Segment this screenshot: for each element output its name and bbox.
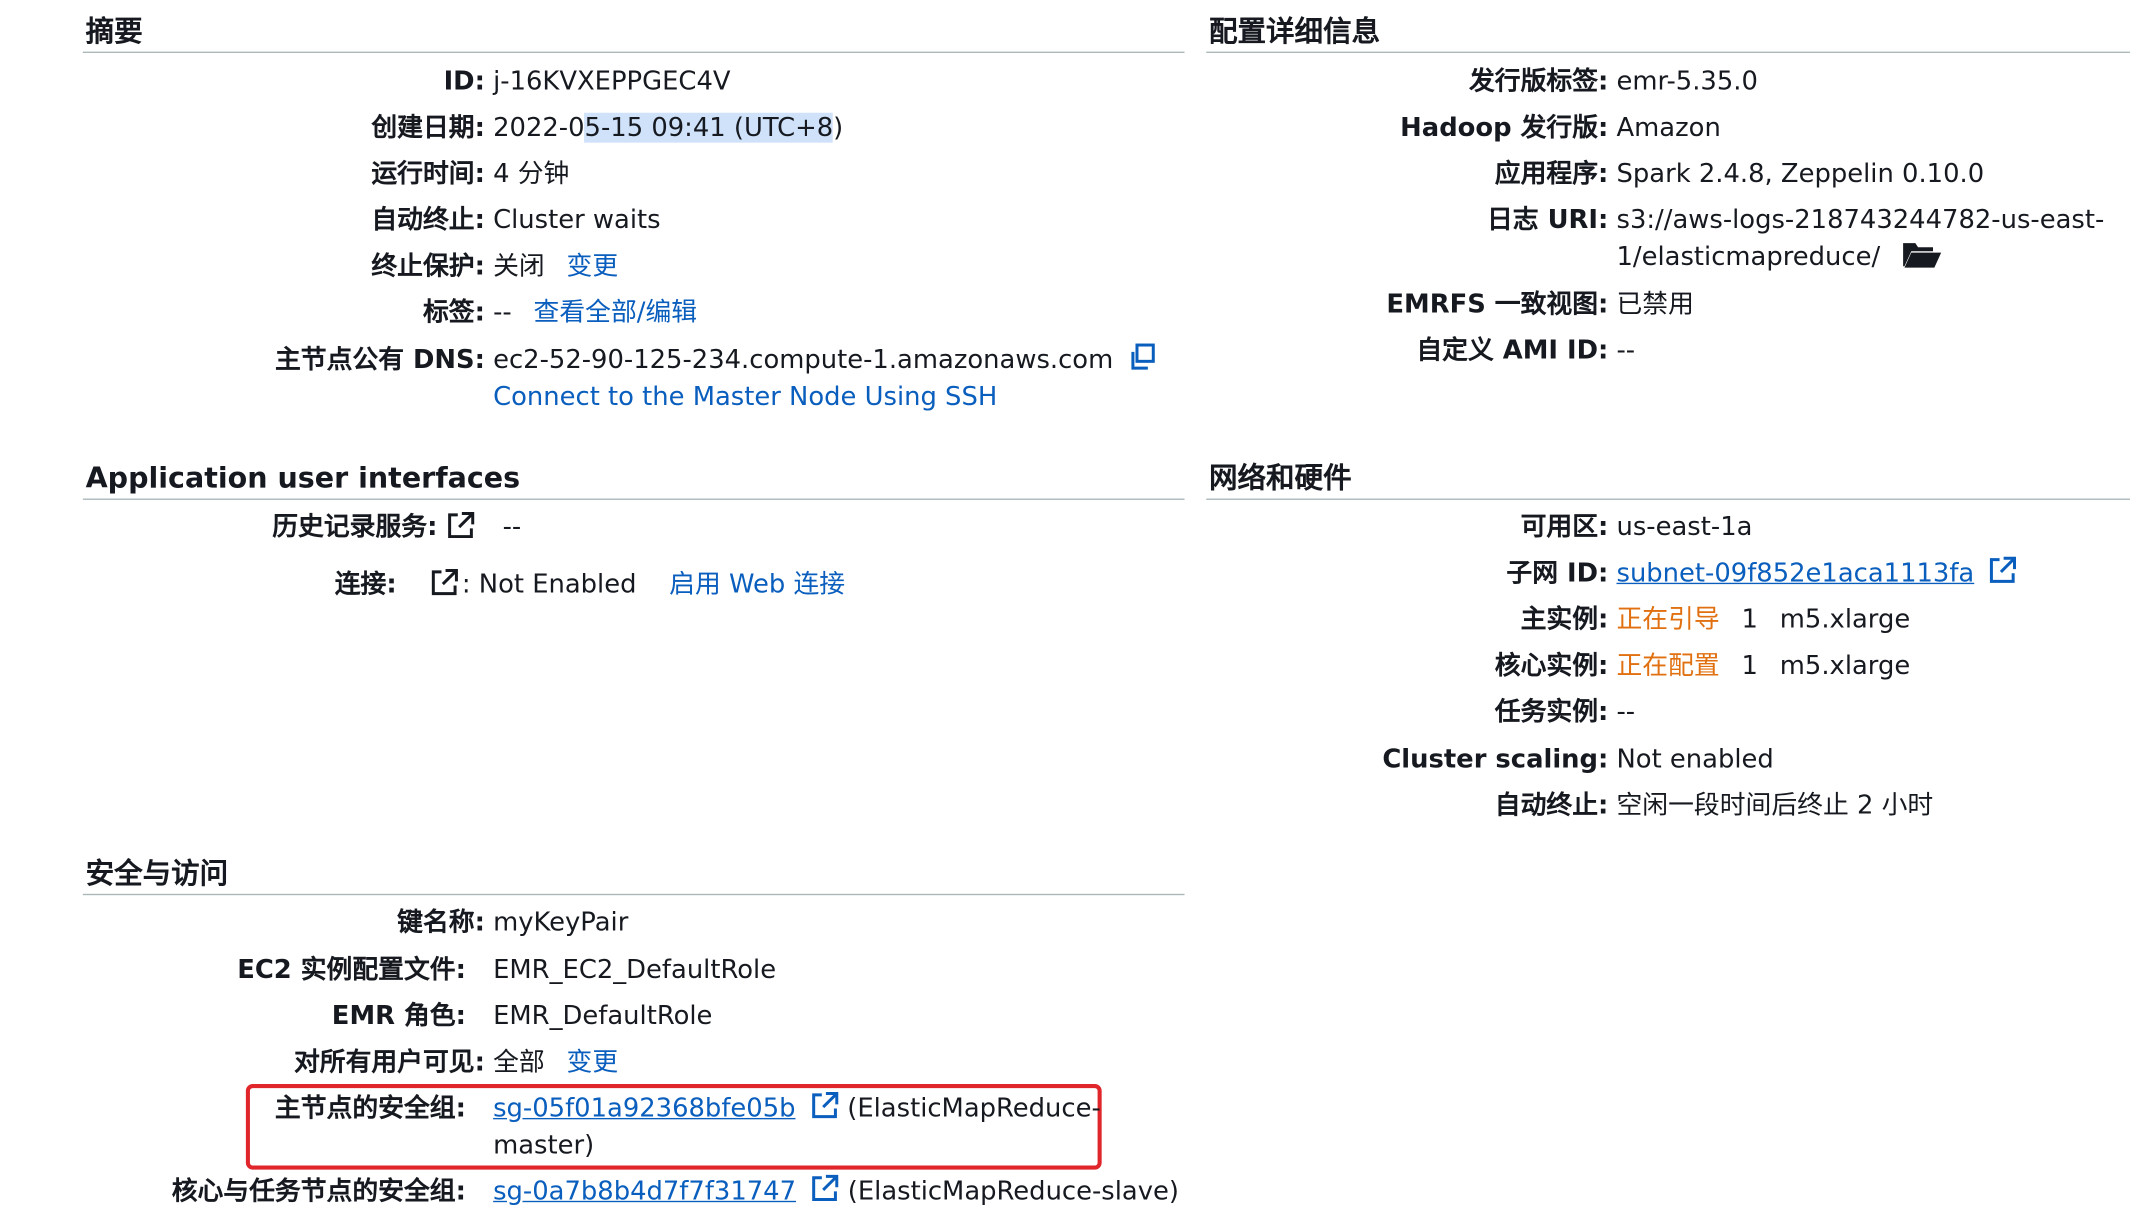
change-termination-protection-link[interactable]: 变更 — [567, 251, 619, 281]
key-name-label: 键名称: — [397, 907, 485, 938]
ec2-instance-profile-value: EMR_EC2_DefaultRole — [493, 954, 777, 985]
master-security-group-name-cont: master) — [493, 1130, 595, 1161]
security-title: 安全与访问 — [85, 857, 229, 890]
master-public-dns-label: 主节点公有 DNS: — [274, 345, 485, 375]
folder-open-icon[interactable] — [1902, 242, 1943, 272]
custom-ami-label: 自定义 AMI ID: — [1416, 335, 1609, 366]
slave-security-group-name: (ElasticMapReduce-slave) — [847, 1176, 1179, 1207]
runtime-label: 运行时间: — [371, 158, 485, 189]
network-title: 网络和硬件 — [1208, 461, 1352, 495]
task-instance-value: -- — [1616, 696, 1636, 727]
visible-to-all-users-value: 全部 — [493, 1047, 545, 1078]
emr-role-label: EMR 角色: — [331, 1001, 466, 1032]
cluster-scaling-label: Cluster scaling: — [1382, 744, 1609, 775]
termination-protection-label: 终止保护: — [371, 251, 485, 282]
connections-label: 连接: — [334, 569, 397, 600]
hadoop-distribution-label: Hadoop 发行版: — [1400, 112, 1609, 143]
custom-ami-value: -- — [1616, 335, 1636, 366]
external-link-icon[interactable] — [809, 1092, 847, 1124]
visible-to-all-users-label: 对所有用户可见: — [293, 1047, 485, 1078]
availability-zone-label: 可用区: — [1520, 512, 1609, 543]
master-instance-status: 正在引导 — [1616, 604, 1720, 635]
tags-value: -- — [493, 297, 512, 328]
emrfs-consistent-view-label: EMRFS 一致视图: — [1386, 289, 1609, 320]
key-name-value: myKeyPair — [493, 907, 629, 938]
availability-zone-value: us-east-1a — [1616, 512, 1753, 543]
core-instance-status: 正在配置 — [1616, 650, 1720, 681]
config-title: 配置详细信息 — [1208, 14, 1381, 48]
app-ui-title: Application user interfaces — [85, 461, 521, 495]
app-ui-section: Application user interfaces — [82, 460, 1185, 500]
summary-divider — [82, 51, 1185, 53]
security-divider — [82, 893, 1185, 896]
master-instance-type: m5.xlarge — [1779, 604, 1911, 635]
security-section: 安全与访问 — [82, 856, 1185, 896]
change-visibility-link[interactable]: 变更 — [567, 1047, 619, 1077]
hadoop-distribution-value: Amazon — [1616, 112, 1721, 143]
network-auto-termination-label: 自动终止: — [1494, 790, 1609, 821]
master-instance-count: 1 — [1741, 604, 1758, 635]
connections-colon: : — [461, 569, 471, 600]
summary-title: 摘要 — [85, 14, 143, 48]
slave-security-group-label: 核心与任务节点的安全组: — [171, 1176, 466, 1207]
external-link-icon[interactable] — [1988, 556, 2018, 588]
termination-protection-value: 关闭 — [493, 251, 545, 282]
created-date-value: 2022-05-15 09:41 (UTC+8) — [493, 112, 844, 143]
emrfs-consistent-view-value: 已禁用 — [1616, 289, 1694, 320]
emr-role-value: EMR_DefaultRole — [493, 1001, 713, 1032]
log-uri-label: 日志 URI: — [1486, 205, 1609, 236]
network-auto-termination-value: 空闲一段时间后终止 2 小时 — [1616, 790, 1934, 821]
applications-label: 应用程序: — [1494, 158, 1609, 189]
copy-icon[interactable] — [1127, 343, 1157, 375]
tags-label: 标签: — [422, 297, 485, 328]
core-instance-type: m5.xlarge — [1779, 650, 1911, 681]
release-label: 发行版标签: — [1468, 66, 1609, 97]
config-section: 配置详细信息 — [1206, 14, 2130, 53]
master-security-group-link[interactable]: sg-05f01a92368bfe05b — [493, 1094, 795, 1124]
applications-value: Spark 2.4.8, Zeppelin 0.10.0 — [1616, 158, 1985, 189]
cluster-id-value: j-16KVXEPPGEC4V — [493, 66, 731, 97]
core-instance-label: 核心实例: — [1494, 650, 1609, 681]
network-divider — [1206, 498, 2130, 500]
history-server-value: -- — [502, 512, 522, 543]
history-server-label: 历史记录服务: — [272, 512, 438, 543]
subnet-id-link[interactable]: subnet-09f852e1aca1113fa — [1616, 558, 1974, 588]
external-link-icon[interactable] — [446, 511, 476, 548]
subnet-id-label: 子网 ID: — [1506, 558, 1609, 589]
summary-section: 摘要 — [82, 14, 1185, 53]
config-divider — [1206, 51, 2130, 53]
log-uri-value-line1: s3://aws-logs-218743244782-us-east- — [1616, 205, 2105, 236]
runtime-value: 4 分钟 — [493, 158, 570, 189]
enable-web-connection-link[interactable]: 启用 Web 连接 — [669, 569, 845, 599]
connections-value: Not Enabled — [478, 569, 637, 600]
created-date-label: 创建日期: — [371, 112, 485, 143]
task-instance-label: 任务实例: — [1494, 696, 1609, 727]
slave-security-group-link[interactable]: sg-0a7b8b4d7f7f31747 — [493, 1176, 796, 1206]
master-instance-label: 主实例: — [1520, 604, 1609, 635]
auto-termination-value: Cluster waits — [493, 205, 661, 236]
core-instance-count: 1 — [1741, 650, 1758, 681]
auto-termination-label: 自动终止: — [371, 205, 485, 236]
release-value: emr-5.35.0 — [1616, 66, 1758, 97]
connect-ssh-link[interactable]: Connect to the Master Node Using SSH — [493, 382, 997, 412]
master-public-dns-value: ec2-52-90-125-234.compute-1.amazonaws.co… — [493, 345, 1114, 375]
app-ui-divider — [82, 498, 1185, 500]
view-all-tags-link[interactable]: 查看全部/编辑 — [534, 297, 698, 327]
cluster-id-label: ID: — [443, 66, 485, 97]
log-uri-value-line2: 1/elasticmapreduce/ — [1616, 241, 1881, 272]
network-section: 网络和硬件 — [1206, 460, 2130, 500]
external-link-icon[interactable] — [810, 1174, 848, 1206]
ec2-instance-profile-label: EC2 实例配置文件: — [237, 954, 466, 985]
master-security-group-name: (ElasticMapReduce- — [847, 1093, 1101, 1124]
external-link-icon[interactable] — [429, 568, 459, 605]
cluster-scaling-value: Not enabled — [1616, 744, 1774, 775]
master-security-group-label: 主节点的安全组: — [274, 1093, 466, 1124]
